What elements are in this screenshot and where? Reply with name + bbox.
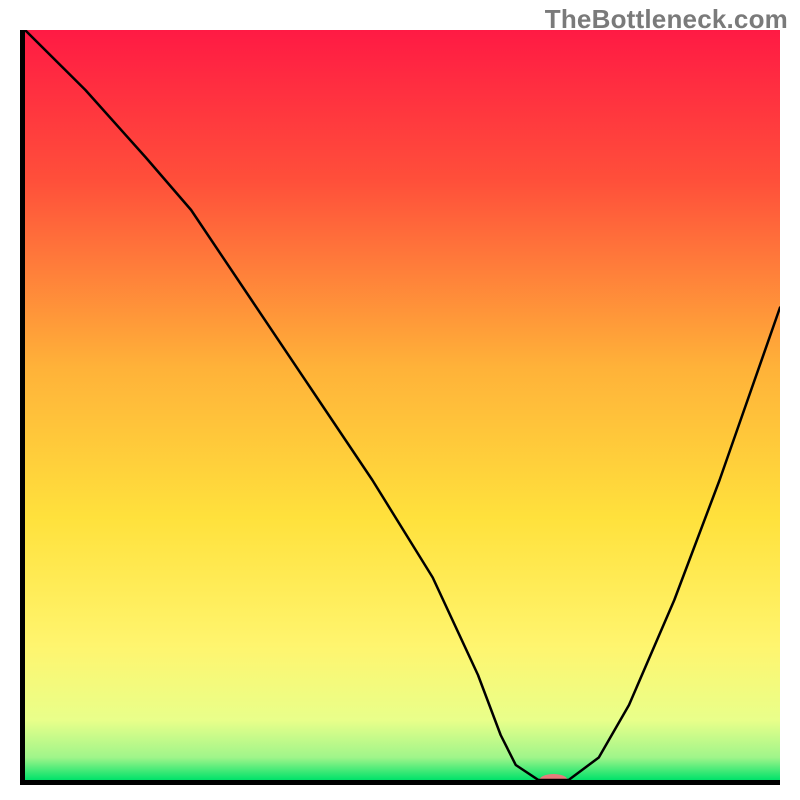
chart-plot xyxy=(25,30,780,780)
chart-background xyxy=(25,30,780,780)
watermark-text: TheBottleneck.com xyxy=(545,4,788,35)
chart-container: TheBottleneck.com xyxy=(0,0,800,800)
y-axis xyxy=(20,30,25,785)
x-axis xyxy=(20,780,780,785)
